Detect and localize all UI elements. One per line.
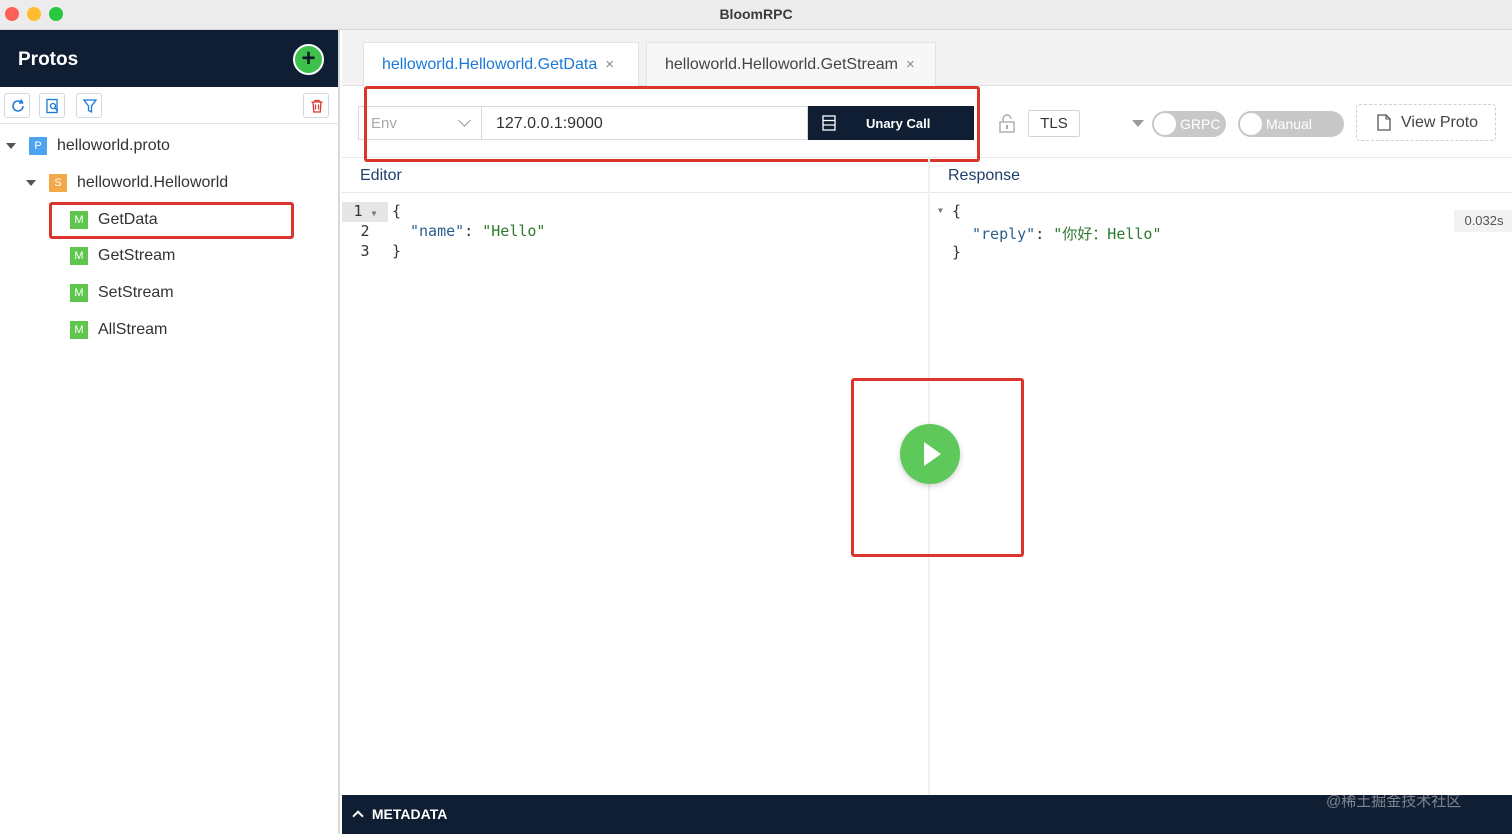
tree-item-method-allstream[interactable]: M AllStream bbox=[70, 317, 167, 343]
filter-icon bbox=[82, 99, 98, 114]
main-area: helloworld.Helloworld.GetData × hellowor… bbox=[342, 30, 1512, 834]
search-methods-button[interactable] bbox=[39, 93, 65, 118]
method-badge: M bbox=[70, 321, 88, 339]
editor-header: Editor bbox=[342, 158, 928, 193]
tree-item-method-getstream[interactable]: M GetStream bbox=[70, 243, 175, 269]
trash-icon bbox=[311, 99, 323, 113]
line-number: 1 ▼ bbox=[342, 202, 388, 222]
search-file-icon bbox=[46, 98, 59, 114]
view-proto-button[interactable]: View Proto bbox=[1356, 104, 1496, 141]
watermark: @稀土掘金技术社区 bbox=[1326, 793, 1462, 810]
chevron-up-icon bbox=[352, 810, 364, 822]
toggle-label: GRPC bbox=[1180, 116, 1221, 132]
tree-item-label: GetStream bbox=[98, 247, 176, 264]
tree-item-service[interactable]: S helloworld.Helloworld bbox=[26, 170, 228, 196]
close-tab-icon[interactable]: × bbox=[906, 56, 915, 73]
close-tab-icon[interactable]: × bbox=[605, 56, 614, 73]
expand-caret-icon[interactable] bbox=[6, 143, 16, 149]
response-code-area: ▼ { "reply": "你好：Hello" } bbox=[938, 202, 1512, 792]
elapsed-time-badge: 0.032s bbox=[1454, 210, 1512, 232]
metadata-label: METADATA bbox=[371, 806, 448, 822]
tab-bar: helloworld.Helloworld.GetData × hellowor… bbox=[342, 30, 1512, 86]
tree-item-method-setstream[interactable]: M SetStream bbox=[70, 280, 174, 306]
response-header: Response bbox=[930, 158, 1512, 193]
tree-item-label: helloworld.Helloworld bbox=[77, 174, 229, 191]
grpc-web-toggle[interactable]: GRPC bbox=[1152, 111, 1226, 137]
fold-caret-icon[interactable]: ▼ bbox=[372, 209, 377, 218]
tls-button[interactable]: TLS bbox=[1028, 110, 1080, 137]
manual-toggle[interactable]: Manual bbox=[1238, 111, 1344, 137]
toggle-label: Manual bbox=[1266, 116, 1312, 132]
window-title: BloomRPC bbox=[719, 6, 793, 22]
toggle-knob bbox=[1240, 113, 1262, 135]
delete-all-button[interactable] bbox=[303, 93, 329, 118]
tree-item-label: helloworld.proto bbox=[57, 137, 170, 154]
toggle-knob bbox=[1154, 113, 1176, 135]
tab-getstream[interactable]: helloworld.Helloworld.GetStream × bbox=[646, 42, 936, 86]
filter-button[interactable] bbox=[76, 93, 102, 118]
code-line: "reply": "你好：Hello" bbox=[972, 225, 1162, 243]
view-proto-label: View Proto bbox=[1401, 113, 1479, 131]
service-badge: S bbox=[49, 174, 67, 192]
highlight-box bbox=[49, 202, 294, 239]
line-number: 2 bbox=[360, 222, 370, 240]
highlight-box bbox=[851, 378, 1024, 557]
proto-badge: P bbox=[29, 137, 47, 155]
tab-getdata[interactable]: helloworld.Helloworld.GetData × bbox=[363, 42, 639, 86]
editor-code-area[interactable]: 1 ▼ 2 3 { "name": "Hello" } bbox=[342, 202, 928, 792]
refresh-icon bbox=[12, 99, 24, 112]
method-badge: M bbox=[70, 284, 88, 302]
code-line: } bbox=[392, 242, 402, 260]
code-line: "name": "Hello" bbox=[410, 222, 546, 240]
caret-down-icon[interactable] bbox=[1132, 120, 1144, 127]
sidebar-title: Protos bbox=[18, 49, 79, 70]
title-bar: BloomRPC bbox=[0, 0, 1512, 30]
add-proto-button[interactable]: + bbox=[293, 44, 324, 75]
tab-label: helloworld.Helloworld.GetData bbox=[382, 55, 598, 73]
refresh-button[interactable] bbox=[4, 93, 30, 118]
line-number: 3 bbox=[360, 242, 370, 260]
code-line: } bbox=[952, 243, 962, 261]
code-line: { bbox=[952, 202, 962, 220]
tree-item-proto[interactable]: P helloworld.proto bbox=[6, 133, 170, 159]
tree-item-label: AllStream bbox=[98, 321, 168, 338]
code-line: { bbox=[392, 202, 402, 220]
lock-icon[interactable] bbox=[998, 114, 1016, 134]
tab-label: helloworld.Helloworld.GetStream bbox=[665, 55, 898, 73]
method-badge: M bbox=[70, 247, 88, 265]
sidebar-header: Protos + bbox=[0, 30, 338, 87]
sidebar: Protos + P helloworld.proto S helloworld… bbox=[0, 30, 340, 834]
expand-caret-icon[interactable] bbox=[26, 180, 36, 186]
document-icon bbox=[1377, 114, 1391, 131]
tree-item-label: SetStream bbox=[98, 284, 174, 301]
sidebar-toolbar bbox=[0, 87, 338, 124]
fold-caret-icon[interactable]: ▼ bbox=[938, 206, 943, 215]
highlight-box bbox=[364, 86, 980, 162]
